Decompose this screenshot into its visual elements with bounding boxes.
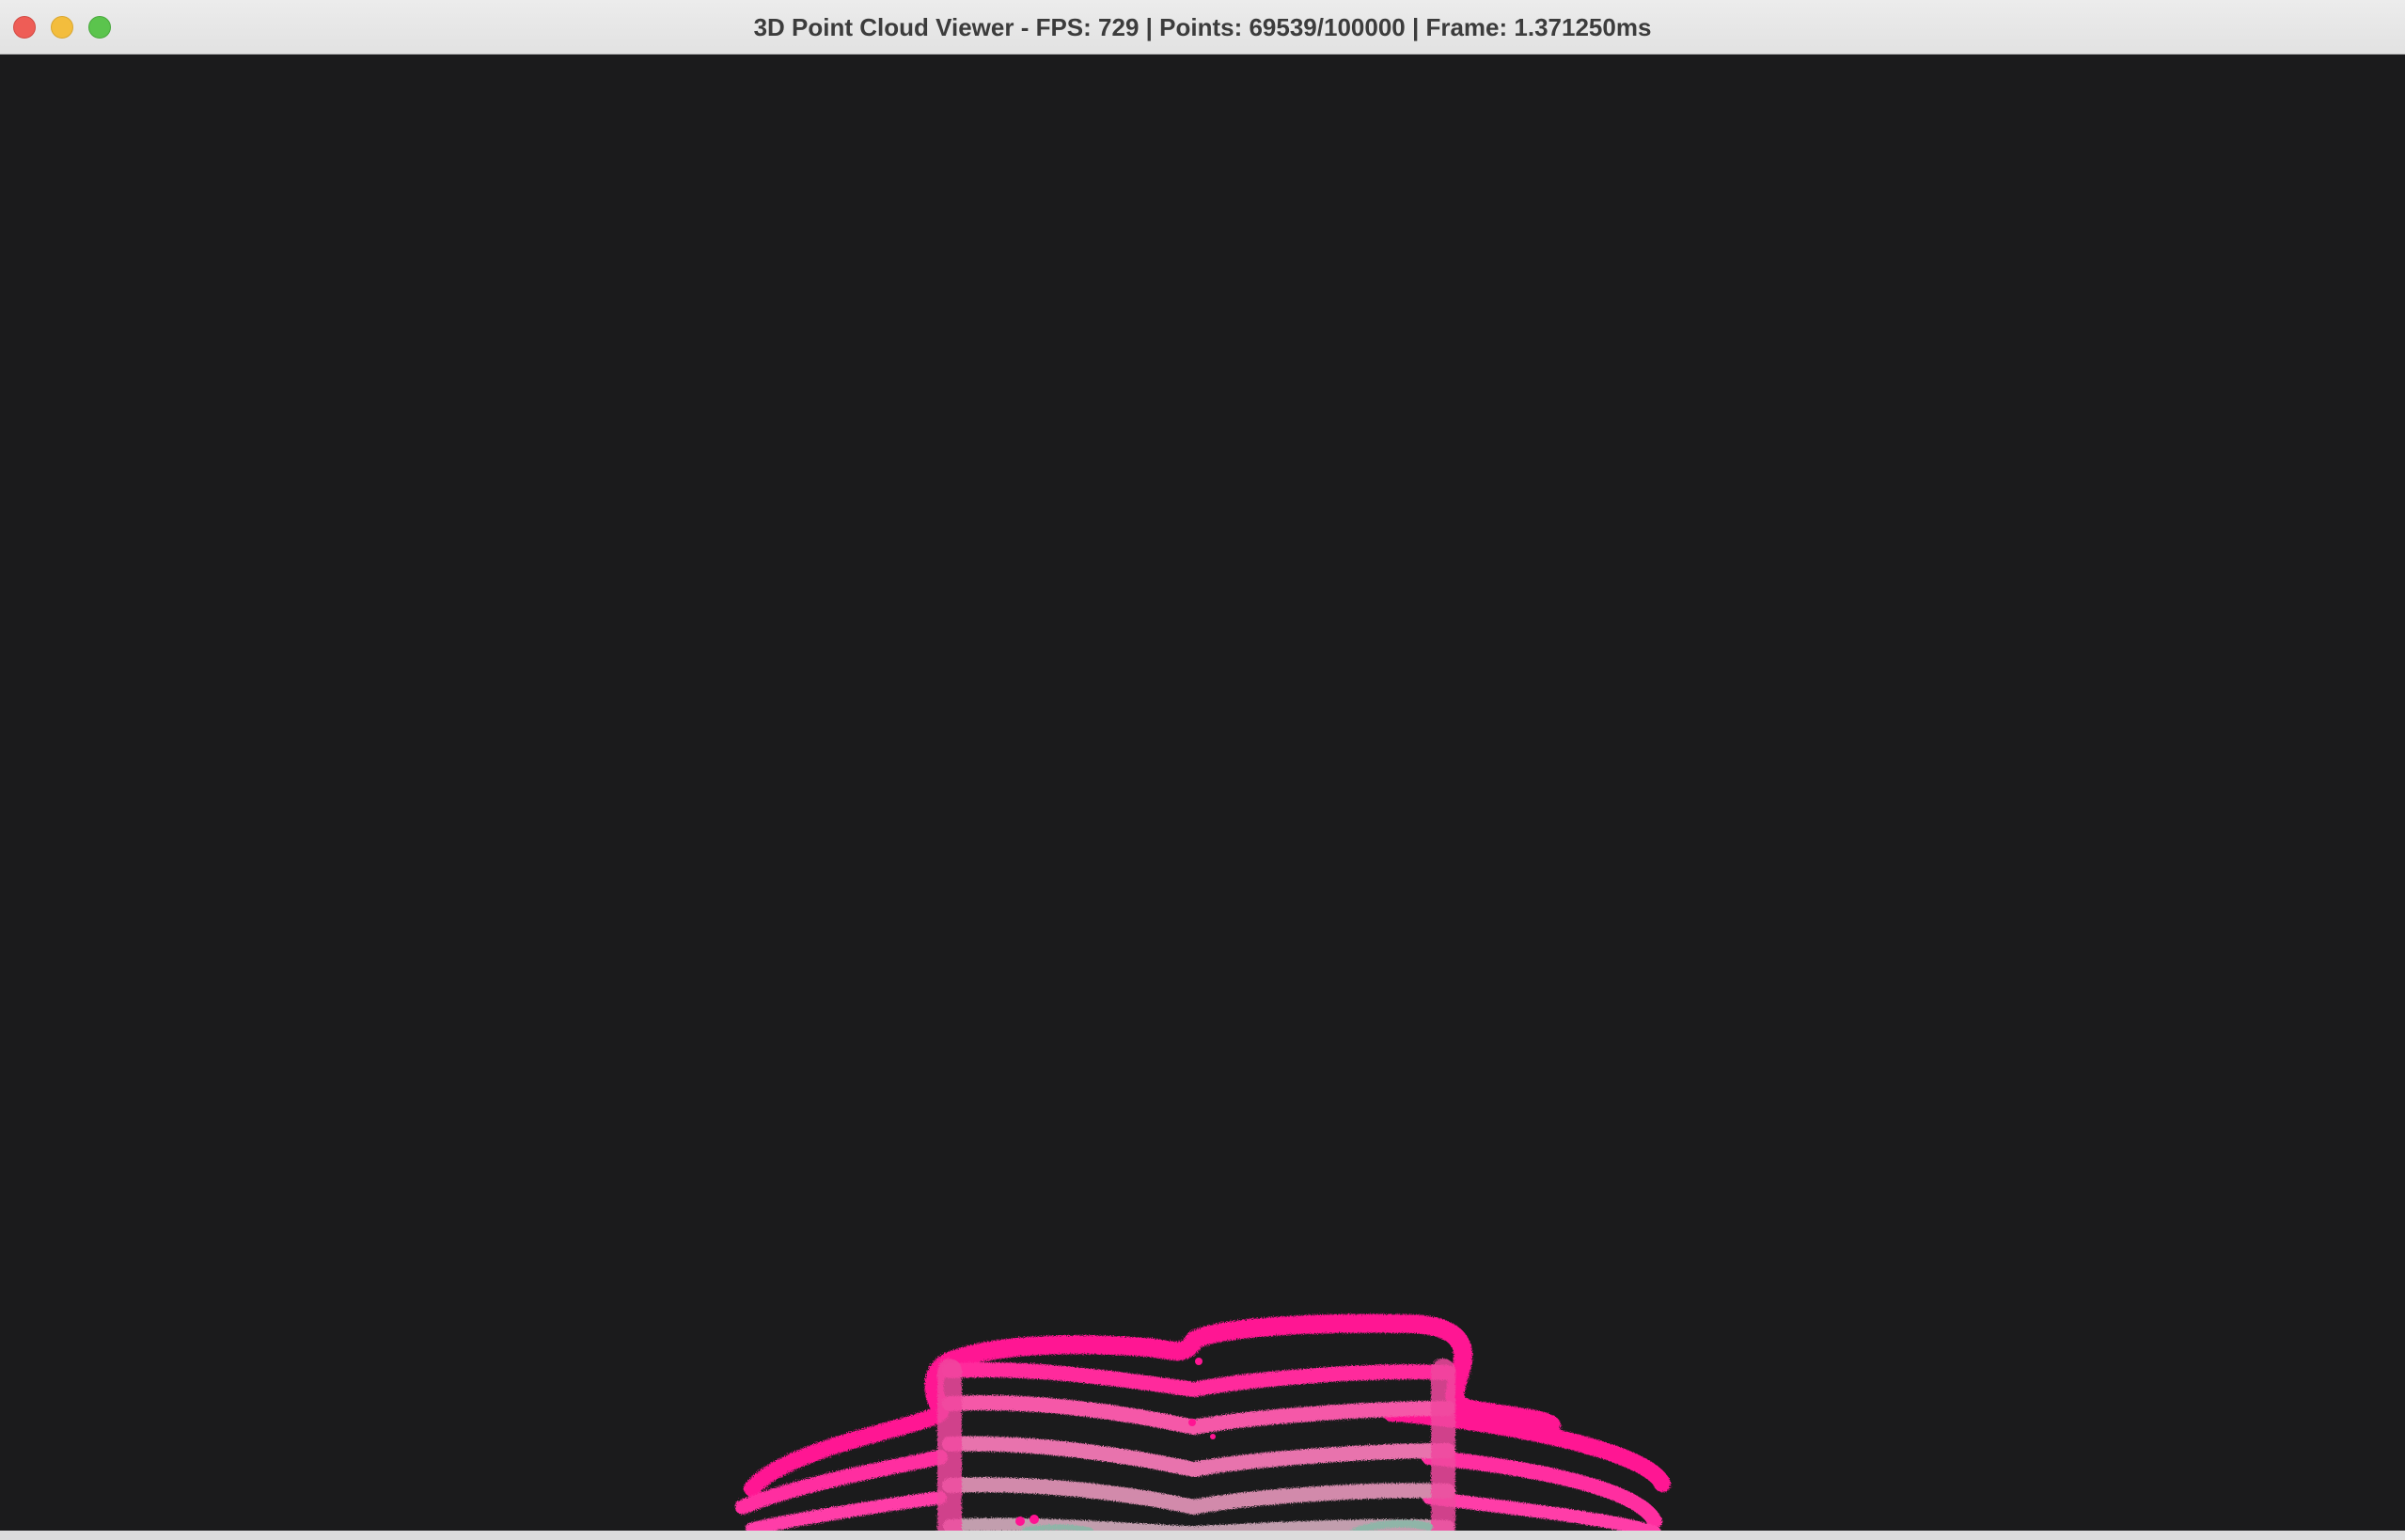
point (1210, 1434, 1216, 1439)
app-window: 3D Point Cloud Viewer - FPS: 729 | Point… (0, 0, 2405, 1540)
point (1030, 1515, 1039, 1524)
point-cloud-viewport[interactable] (0, 55, 2405, 1532)
point-cloud-canvas[interactable] (0, 55, 2405, 1532)
point (1015, 1516, 1025, 1526)
window-bottom-edge (0, 1531, 2405, 1540)
point (1195, 1358, 1202, 1365)
point-cloud-model (735, 1313, 1671, 1532)
point-ring (942, 1436, 1455, 1477)
point-ring (942, 1395, 1455, 1435)
window-title: 3D Point Cloud Viewer - FPS: 729 | Point… (753, 13, 1652, 41)
point (1188, 1419, 1196, 1426)
point-ring (942, 1477, 1455, 1515)
point-ring (942, 1362, 1455, 1397)
title-bar[interactable]: 3D Point Cloud Viewer - FPS: 729 | Point… (0, 0, 2405, 55)
